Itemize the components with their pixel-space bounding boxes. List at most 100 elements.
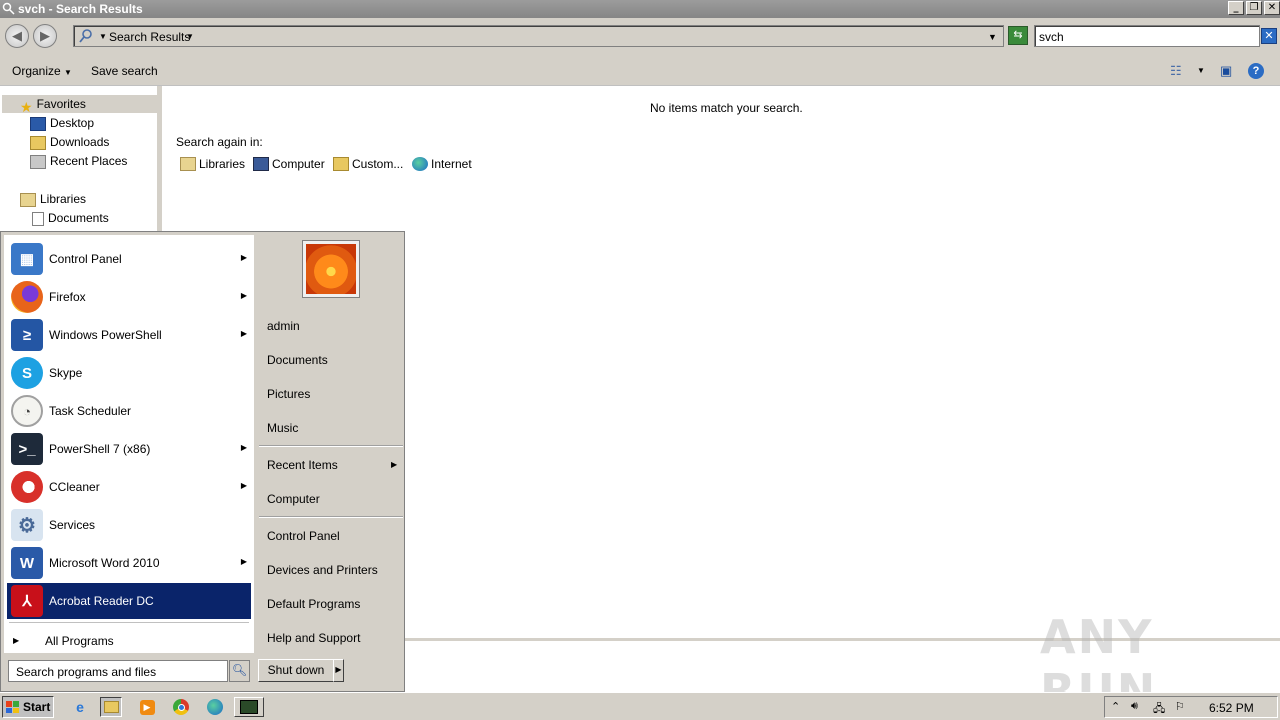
clock[interactable]: 6:52 PM [1209,701,1254,715]
forward-arrow-icon: ▶ [40,28,50,43]
start-menu-programs: ▦ Control Panel ▶ Firefox ▶ ≥ Windows PowerS… [4,235,254,653]
search-again-computer-label: Computer [272,157,325,171]
place-music[interactable]: Music [267,421,298,435]
shutdown-options-button[interactable]: ▶ [333,659,344,682]
preview-pane-icon[interactable]: ▣ [1220,63,1232,79]
network-app-taskbar-button[interactable] [234,697,264,717]
view-dropdown-icon[interactable]: ▼ [1197,66,1205,75]
program-ccleaner[interactable]: CCleaner ▶ [7,469,251,505]
program-powershell-7[interactable]: >_ PowerShell 7 (x86) ▶ [7,431,251,467]
program-firefox[interactable]: Firefox ▶ [7,279,251,315]
places-divider [259,516,403,518]
place-admin[interactable]: admin [267,319,300,333]
place-documents[interactable]: Documents [267,353,328,367]
network-icon[interactable]: 🖧 [1153,700,1165,719]
nav-libraries[interactable]: Libraries [20,190,86,208]
edge-icon [412,157,428,171]
refresh-button[interactable]: ⇆ [1008,26,1028,45]
start-menu-places: admin Documents Pictures Music Recent It… [255,232,405,652]
back-button[interactable]: ◀ [5,24,29,48]
nav-documents[interactable]: Documents [32,209,109,227]
media-player-icon[interactable]: ▶ [136,697,158,717]
place-help-support[interactable]: Help and Support [267,631,360,645]
user-avatar[interactable] [302,240,360,298]
explorer-taskbar-button[interactable] [100,697,122,717]
forward-button[interactable]: ▶ [33,24,57,48]
minimize-button[interactable]: _ [1228,1,1244,15]
internet-explorer-icon[interactable]: e [69,697,91,717]
search-again-internet-label: Internet [431,157,472,171]
show-hidden-icons-icon[interactable]: ⌃ [1111,700,1120,713]
organize-label: Organize [12,64,61,78]
window-controls: _ ❐ ✕ [1228,1,1280,15]
search-again-custom[interactable]: Custom... [333,157,403,171]
nav-recent-places[interactable]: Recent Places [30,152,127,170]
program-control-panel[interactable]: ▦ Control Panel ▶ [7,241,251,277]
folder-icon [103,701,119,713]
search-again-custom-label: Custom... [352,157,404,171]
breadcrumb-dropdown-icon[interactable]: ▼ [186,32,194,41]
save-search-button[interactable]: Save search [91,64,158,78]
breadcrumb-chevron-icon[interactable]: ▼ [99,32,107,41]
close-button[interactable]: ✕ [1264,1,1280,15]
nav-desktop-label: Desktop [50,116,95,130]
all-programs-button[interactable]: All Programs [45,634,114,648]
place-devices-printers[interactable]: Devices and Printers [267,563,378,577]
maximize-button[interactable]: ❐ [1246,1,1262,15]
help-icon[interactable]: ? [1248,63,1264,79]
chrome-icon[interactable] [170,697,192,717]
start-search-button[interactable]: 🔍︎ [229,660,250,682]
place-recent-items[interactable]: Recent Items ▶ [267,458,397,472]
acrobat-icon: ⅄ [11,585,43,617]
address-history-dropdown-icon[interactable]: ▼ [988,32,997,42]
nav-downloads[interactable]: Downloads [30,133,109,151]
shutdown-button[interactable]: Shut down [258,659,334,682]
program-services[interactable]: ⚙ Services [7,507,251,543]
address-field[interactable]: ▼ Search Results ▼ ▼ [73,25,1004,47]
program-label: Task Scheduler [49,404,132,418]
program-windows-powershell[interactable]: ≥ Windows PowerShell ▶ [7,317,251,353]
all-programs-divider [9,622,249,623]
search-icon: 🔍︎ [231,663,248,677]
view-options-icon[interactable]: ☷ [1170,63,1182,79]
submenu-arrow-icon: ▶ [240,557,247,566]
search-input[interactable]: svch [1034,25,1260,47]
submenu-arrow-icon: ▶ [240,443,247,452]
program-acrobat-reader[interactable]: ⅄ Acrobat Reader DC [7,583,251,619]
control-panel-icon: ▦ [11,243,43,275]
start-menu: ▦ Control Panel ▶ Firefox ▶ ≥ Windows PowerS… [0,231,405,692]
gears-icon: ⚙ [11,509,43,541]
nav-documents-label: Documents [48,211,109,225]
place-default-programs[interactable]: Default Programs [267,597,360,611]
edge-taskbar-icon[interactable] [204,697,226,717]
nav-desktop[interactable]: Desktop [30,114,94,132]
refresh-icon: ⇆ [1013,29,1023,41]
firefox-icon [11,281,43,313]
play-icon: ▶ [139,699,155,715]
command-bar: Organize ▼ Save search ☷ ▼ ▣ ? [0,54,1280,86]
program-skype[interactable]: S Skype [7,355,251,391]
action-center-flag-icon[interactable]: ⚐ [1175,700,1185,713]
volume-icon[interactable]: 🔊︎ [1131,700,1138,713]
search-again-libraries-label: Libraries [199,157,246,171]
search-again-libraries[interactable]: Libraries [180,157,245,171]
clear-search-button[interactable]: ✕ [1261,28,1277,44]
place-control-panel[interactable]: Control Panel [267,529,340,543]
place-pictures[interactable]: Pictures [267,387,310,401]
program-task-scheduler[interactable]: ◔ Task Scheduler [7,393,251,429]
breadcrumb-search-results[interactable]: Search Results [109,30,190,44]
nav-favorites[interactable]: ★ Favorites [2,95,157,115]
powershell-icon: ≥ [11,319,43,351]
organize-button[interactable]: Organize ▼ [12,64,72,78]
place-computer[interactable]: Computer [267,492,320,506]
start-button[interactable]: Start [2,696,54,718]
no-items-message: No items match your search. [650,101,803,115]
skype-icon: S [11,357,43,389]
program-microsoft-word[interactable]: W Microsoft Word 2010 ▶ [7,545,251,581]
window-titlebar: svch - Search Results _ ❐ ✕ [0,0,1280,18]
start-search-input[interactable]: Search programs and files [8,660,228,682]
chevron-down-icon: ▼ [64,68,72,77]
place-recent-items-label: Recent Items [267,458,338,472]
search-again-internet[interactable]: Internet [412,157,472,171]
search-again-computer[interactable]: Computer [253,157,325,171]
